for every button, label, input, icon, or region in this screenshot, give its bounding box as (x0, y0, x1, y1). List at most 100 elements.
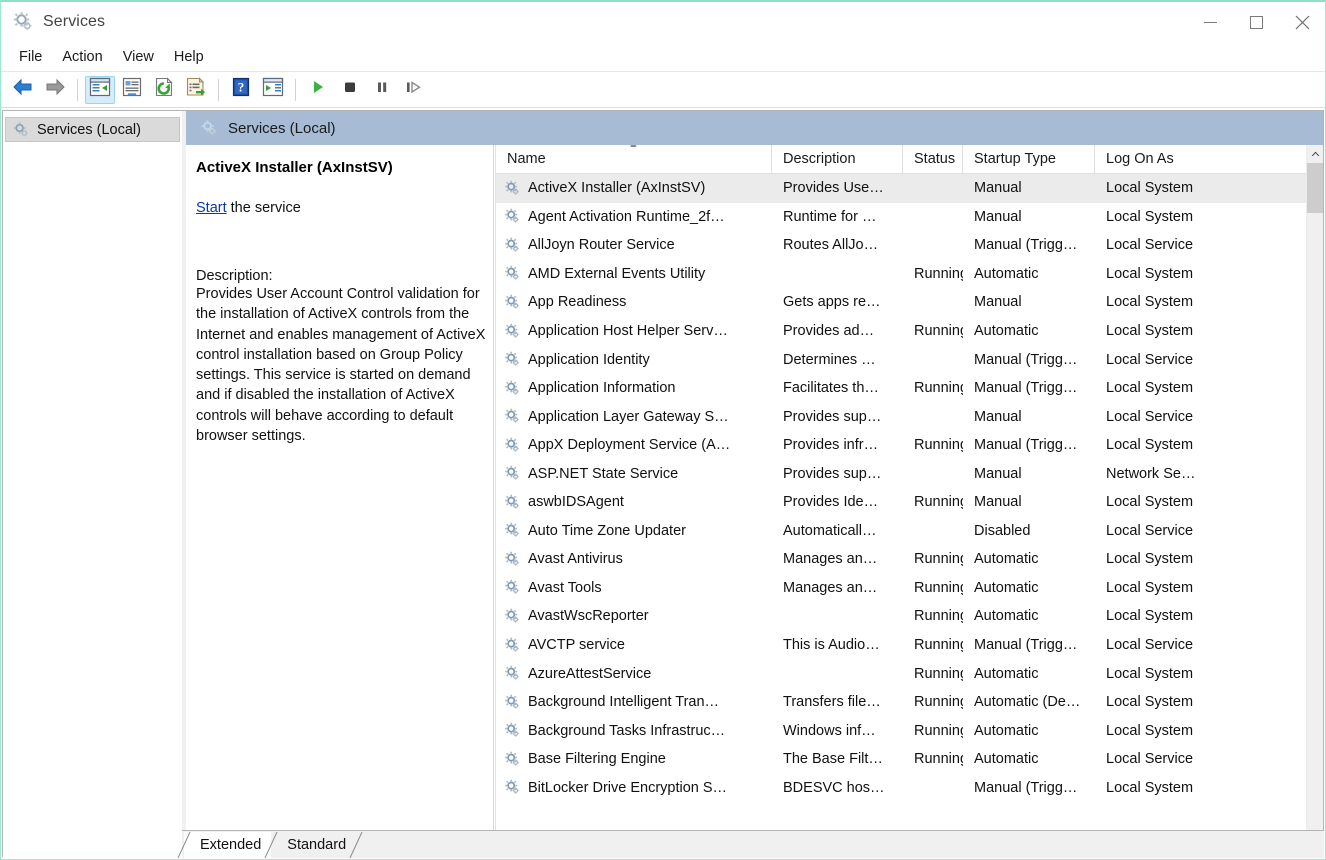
cell-logon: Local System (1106, 579, 1194, 596)
start-service-button[interactable] (303, 76, 333, 104)
close-button[interactable] (1279, 2, 1325, 42)
table-row[interactable]: Application Layer Gateway S… Provides sup… (496, 402, 1323, 431)
forward-button[interactable] (40, 76, 70, 104)
column-header-label: Description (783, 151, 856, 167)
table-row[interactable]: Application Information Facilitates th… Ru… (496, 374, 1323, 403)
help-button[interactable]: ? (226, 76, 256, 104)
maximize-button[interactable] (1233, 2, 1279, 42)
detail-description-text: Provides User Account Control validation… (196, 286, 486, 445)
table-row[interactable]: Auto Time Zone Updater Automaticall… Disab… (496, 517, 1323, 546)
back-button[interactable] (8, 76, 38, 104)
scroll-thumb[interactable] (1307, 163, 1323, 213)
cell-name: BitLocker Drive Encryption S… (496, 773, 772, 802)
table-row[interactable]: AppX Deployment Service (A… Provides infr… (496, 431, 1323, 460)
table-row[interactable]: AvastWscReporter Running Automatic Local Sy… (496, 602, 1323, 631)
service-gear-icon (504, 294, 521, 311)
cell-description: Routes AllJo… (783, 237, 879, 254)
service-gear-icon (504, 522, 521, 539)
cell-logon: Local Service (1106, 637, 1194, 654)
cell-name: Application Host Helper Serv… (496, 317, 772, 346)
menu-action[interactable]: Action (52, 46, 112, 68)
cell-logon: Local System (1106, 294, 1194, 311)
cell-description: Facilitates th… (783, 380, 879, 397)
cell-startup: Manual (974, 465, 1022, 482)
start-service-link[interactable]: Start (196, 200, 227, 216)
table-row[interactable]: AMD External Events Utility Running Automa… (496, 260, 1323, 289)
table-row[interactable]: Avast Tools Manages an… Running Automatic Lo… (496, 574, 1323, 603)
detail-description-label: Description: (196, 268, 273, 284)
cell-status (903, 773, 963, 802)
cell-logon: Local System (1106, 180, 1194, 197)
refresh-icon (153, 77, 175, 102)
cell-description (772, 602, 903, 631)
cell-description: Manages an… (783, 551, 878, 568)
tab-standard[interactable]: Standard (271, 832, 363, 858)
table-row[interactable]: Background Intelligent Tran… Transfers fi… (496, 688, 1323, 717)
properties-button[interactable] (117, 76, 147, 104)
table-row[interactable]: Agent Activation Runtime_2f… Runtime for … (496, 203, 1323, 232)
cell-logon: Local Service (1106, 237, 1194, 254)
service-name-label: AVCTP service (528, 637, 625, 654)
cell-logon: Local System (1106, 380, 1194, 397)
pause-service-button[interactable] (367, 76, 397, 104)
table-row[interactable]: AllJoyn Router Service Routes AllJo… Manua… (496, 231, 1323, 260)
tab-extended[interactable]: Extended (177, 832, 278, 858)
window-title: Services (43, 12, 106, 30)
list-vertical-scrollbar[interactable] (1306, 145, 1323, 857)
scroll-up-arrow-icon[interactable] (1307, 145, 1323, 162)
table-row[interactable]: App Readiness Gets apps re… Manual Local Sy… (496, 288, 1323, 317)
column-header-description[interactable]: Description (772, 145, 903, 173)
cell-status: Running (914, 265, 963, 282)
column-header-label: Name (507, 151, 546, 167)
cell-status: Running (914, 694, 963, 711)
toolbar: ? (1, 72, 1325, 108)
cell-description: Provides Use… (783, 180, 884, 197)
minimize-button[interactable] (1187, 2, 1233, 42)
tree-node-services-local[interactable]: Services (Local) (5, 117, 180, 142)
show-hide-action-pane-button[interactable] (258, 76, 288, 104)
refresh-button[interactable] (149, 76, 179, 104)
service-gear-icon (504, 722, 521, 739)
cell-description: Provides ad… (783, 323, 875, 339)
service-name-label: aswbIDSAgent (528, 494, 624, 511)
table-row[interactable]: Background Tasks Infrastruc… Windows inf…… (496, 716, 1323, 745)
show-hide-console-tree-button[interactable] (85, 75, 115, 104)
properties-icon (121, 77, 143, 102)
cell-status: Running (914, 579, 963, 596)
cell-description: Automaticall… (783, 522, 877, 539)
service-gear-icon (504, 551, 521, 568)
table-row[interactable]: ActiveX Installer (AxInstSV) Provides Use… (496, 174, 1323, 203)
menu-file[interactable]: File (9, 46, 52, 68)
cell-name: AVCTP service (496, 631, 772, 660)
menu-help[interactable]: Help (164, 46, 214, 68)
table-row[interactable]: Base Filtering Engine The Base Filt… Runni… (496, 745, 1323, 774)
service-name-label: Application Layer Gateway S… (528, 408, 729, 425)
column-header-status[interactable]: Status (903, 145, 963, 173)
table-row[interactable]: AVCTP service This is Audio… Running Manual… (496, 631, 1323, 660)
table-row[interactable]: Application Identity Determines … Manual (… (496, 345, 1323, 374)
menu-view[interactable]: View (113, 46, 164, 68)
table-row[interactable]: aswbIDSAgent Provides Ide… Running Manual Lo… (496, 488, 1323, 517)
service-detail-pane: ActiveX Installer (AxInstSV) Start the s… (186, 145, 493, 857)
stop-service-icon (342, 79, 358, 100)
table-row[interactable]: Avast Antivirus Manages an… Running Automat… (496, 545, 1323, 574)
column-header-startup-type[interactable]: Startup Type (963, 145, 1095, 173)
cell-startup: Automatic (974, 751, 1039, 768)
export-list-button[interactable] (181, 76, 211, 104)
stop-service-button[interactable] (335, 76, 365, 104)
service-name-label: AppX Deployment Service (A… (528, 437, 731, 454)
cell-description: Windows inf… (783, 722, 876, 739)
table-row[interactable]: BitLocker Drive Encryption S… BDESVC hos…… (496, 773, 1323, 802)
cell-name: AllJoyn Router Service (496, 231, 772, 260)
cell-startup: Manual (Trigg… (974, 237, 1078, 254)
table-row[interactable]: ASP.NET State Service Provides sup… Manual… (496, 459, 1323, 488)
column-header-log-on-as[interactable]: Log On As (1095, 145, 1215, 173)
table-row[interactable]: Application Host Helper Serv… Provides ad… (496, 317, 1323, 346)
service-name-label: Background Tasks Infrastruc… (528, 722, 726, 739)
column-header-name[interactable]: ▲ Name (496, 145, 772, 173)
detail-service-title: ActiveX Installer (AxInstSV) (196, 159, 393, 176)
table-row[interactable]: AzureAttestService Running Automatic Local … (496, 659, 1323, 688)
restart-service-button[interactable] (399, 76, 429, 104)
show-hide-action-pane-icon (262, 77, 284, 102)
pause-service-icon (374, 79, 390, 100)
